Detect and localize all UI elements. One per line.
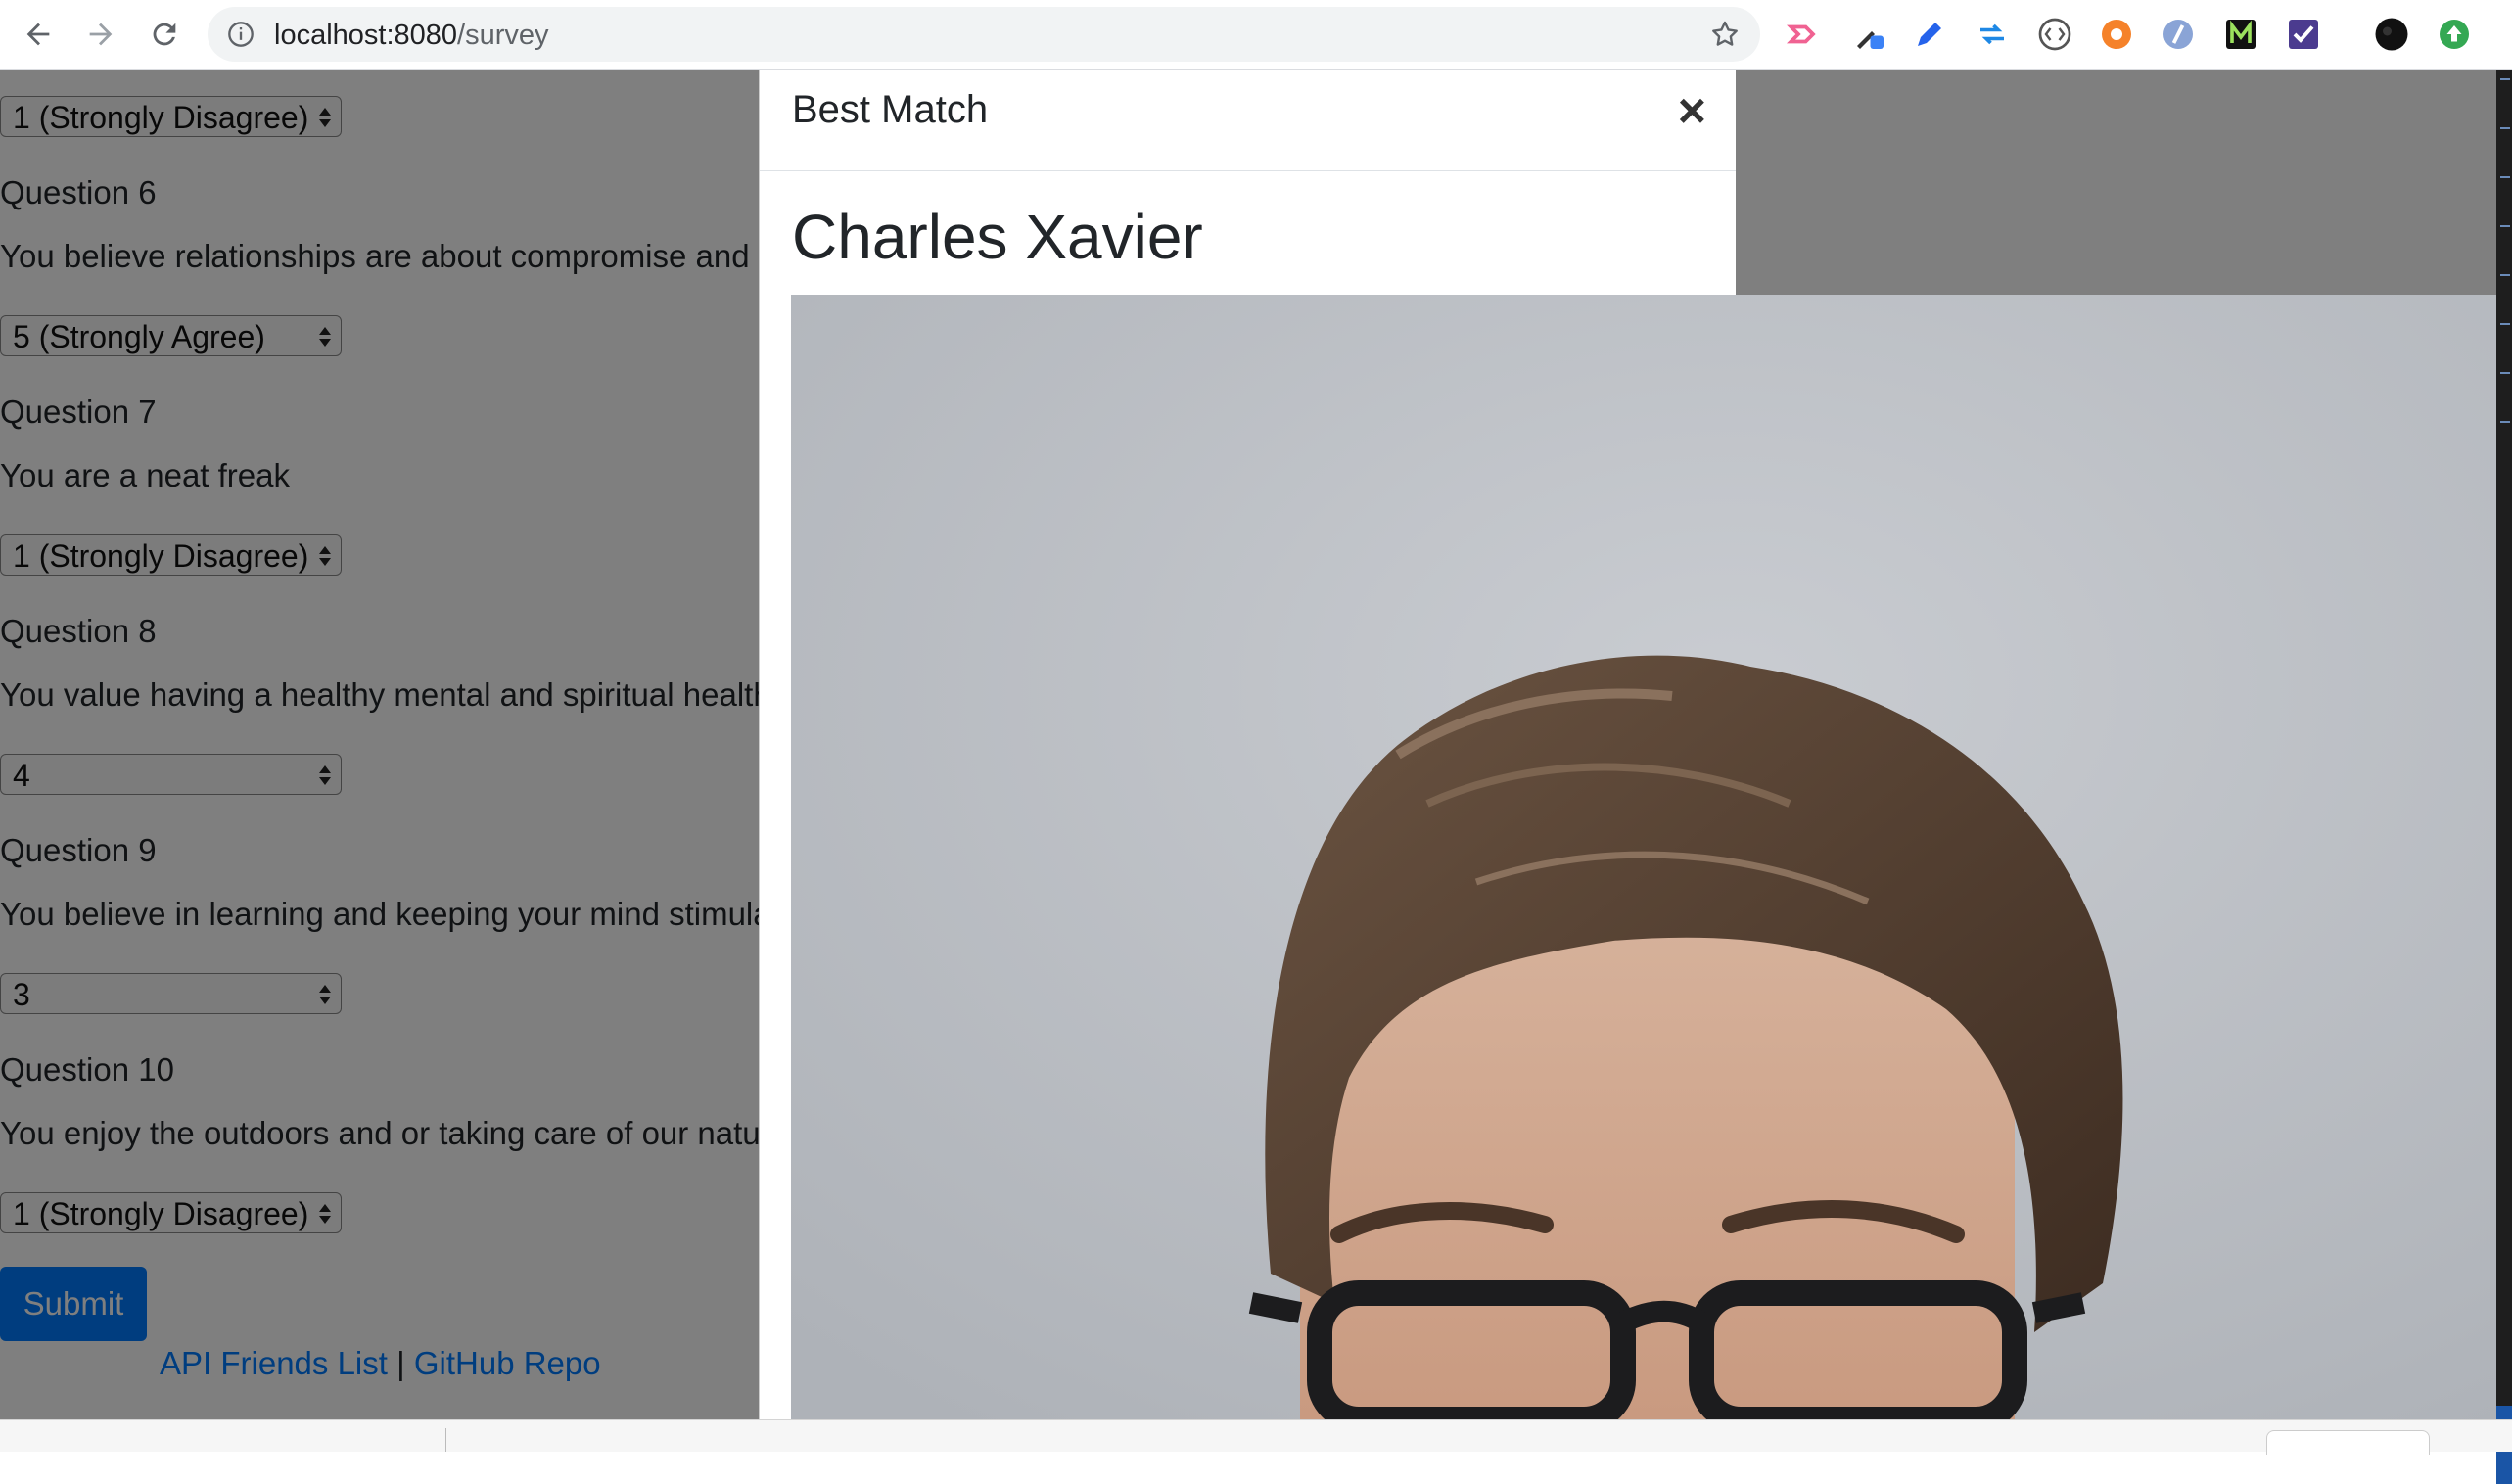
check-extension-icon[interactable] [2285, 16, 2322, 53]
profile-avatar-icon[interactable] [2373, 16, 2410, 53]
reload-icon [153, 23, 176, 46]
back-button[interactable] [14, 10, 63, 59]
bookmark-star-icon[interactable] [1709, 19, 1741, 50]
code-extension-icon[interactable] [2036, 16, 2073, 53]
pen-extension-icon[interactable] [1911, 16, 1948, 53]
close-button[interactable]: × [1678, 86, 1706, 135]
bottom-bar [0, 1419, 2512, 1455]
portrait-image [791, 295, 2496, 1419]
url-text: localhost:8080/survey [274, 20, 549, 51]
forward-button[interactable] [76, 10, 125, 59]
m-extension-icon[interactable] [2222, 16, 2259, 53]
modal-title: Best Match [792, 88, 989, 131]
arrows-extension-icon[interactable] [1974, 16, 2011, 53]
match-photo [791, 295, 2496, 1419]
orange-extension-icon[interactable] [2098, 16, 2135, 53]
update-extension-icon[interactable] [2436, 16, 2473, 53]
reload-button[interactable] [140, 10, 189, 59]
bottom-tab[interactable] [2266, 1430, 2430, 1455]
browser-toolbar: localhost:8080/survey [0, 0, 2512, 70]
extension-pink-icon[interactable] [1786, 16, 1823, 53]
match-name: Charles Xavier [792, 202, 1203, 272]
address-bar[interactable]: localhost:8080/survey [208, 7, 1760, 62]
arrow-right-icon [89, 23, 113, 46]
modal-header: Best Match × [760, 69, 1736, 171]
devtools-edge [2496, 69, 2512, 1484]
blue-circle-extension-icon[interactable] [2160, 16, 2197, 53]
info-icon[interactable] [227, 21, 255, 48]
arrow-left-icon [26, 23, 50, 46]
eyedropper-extension-icon[interactable] [1850, 16, 1887, 53]
